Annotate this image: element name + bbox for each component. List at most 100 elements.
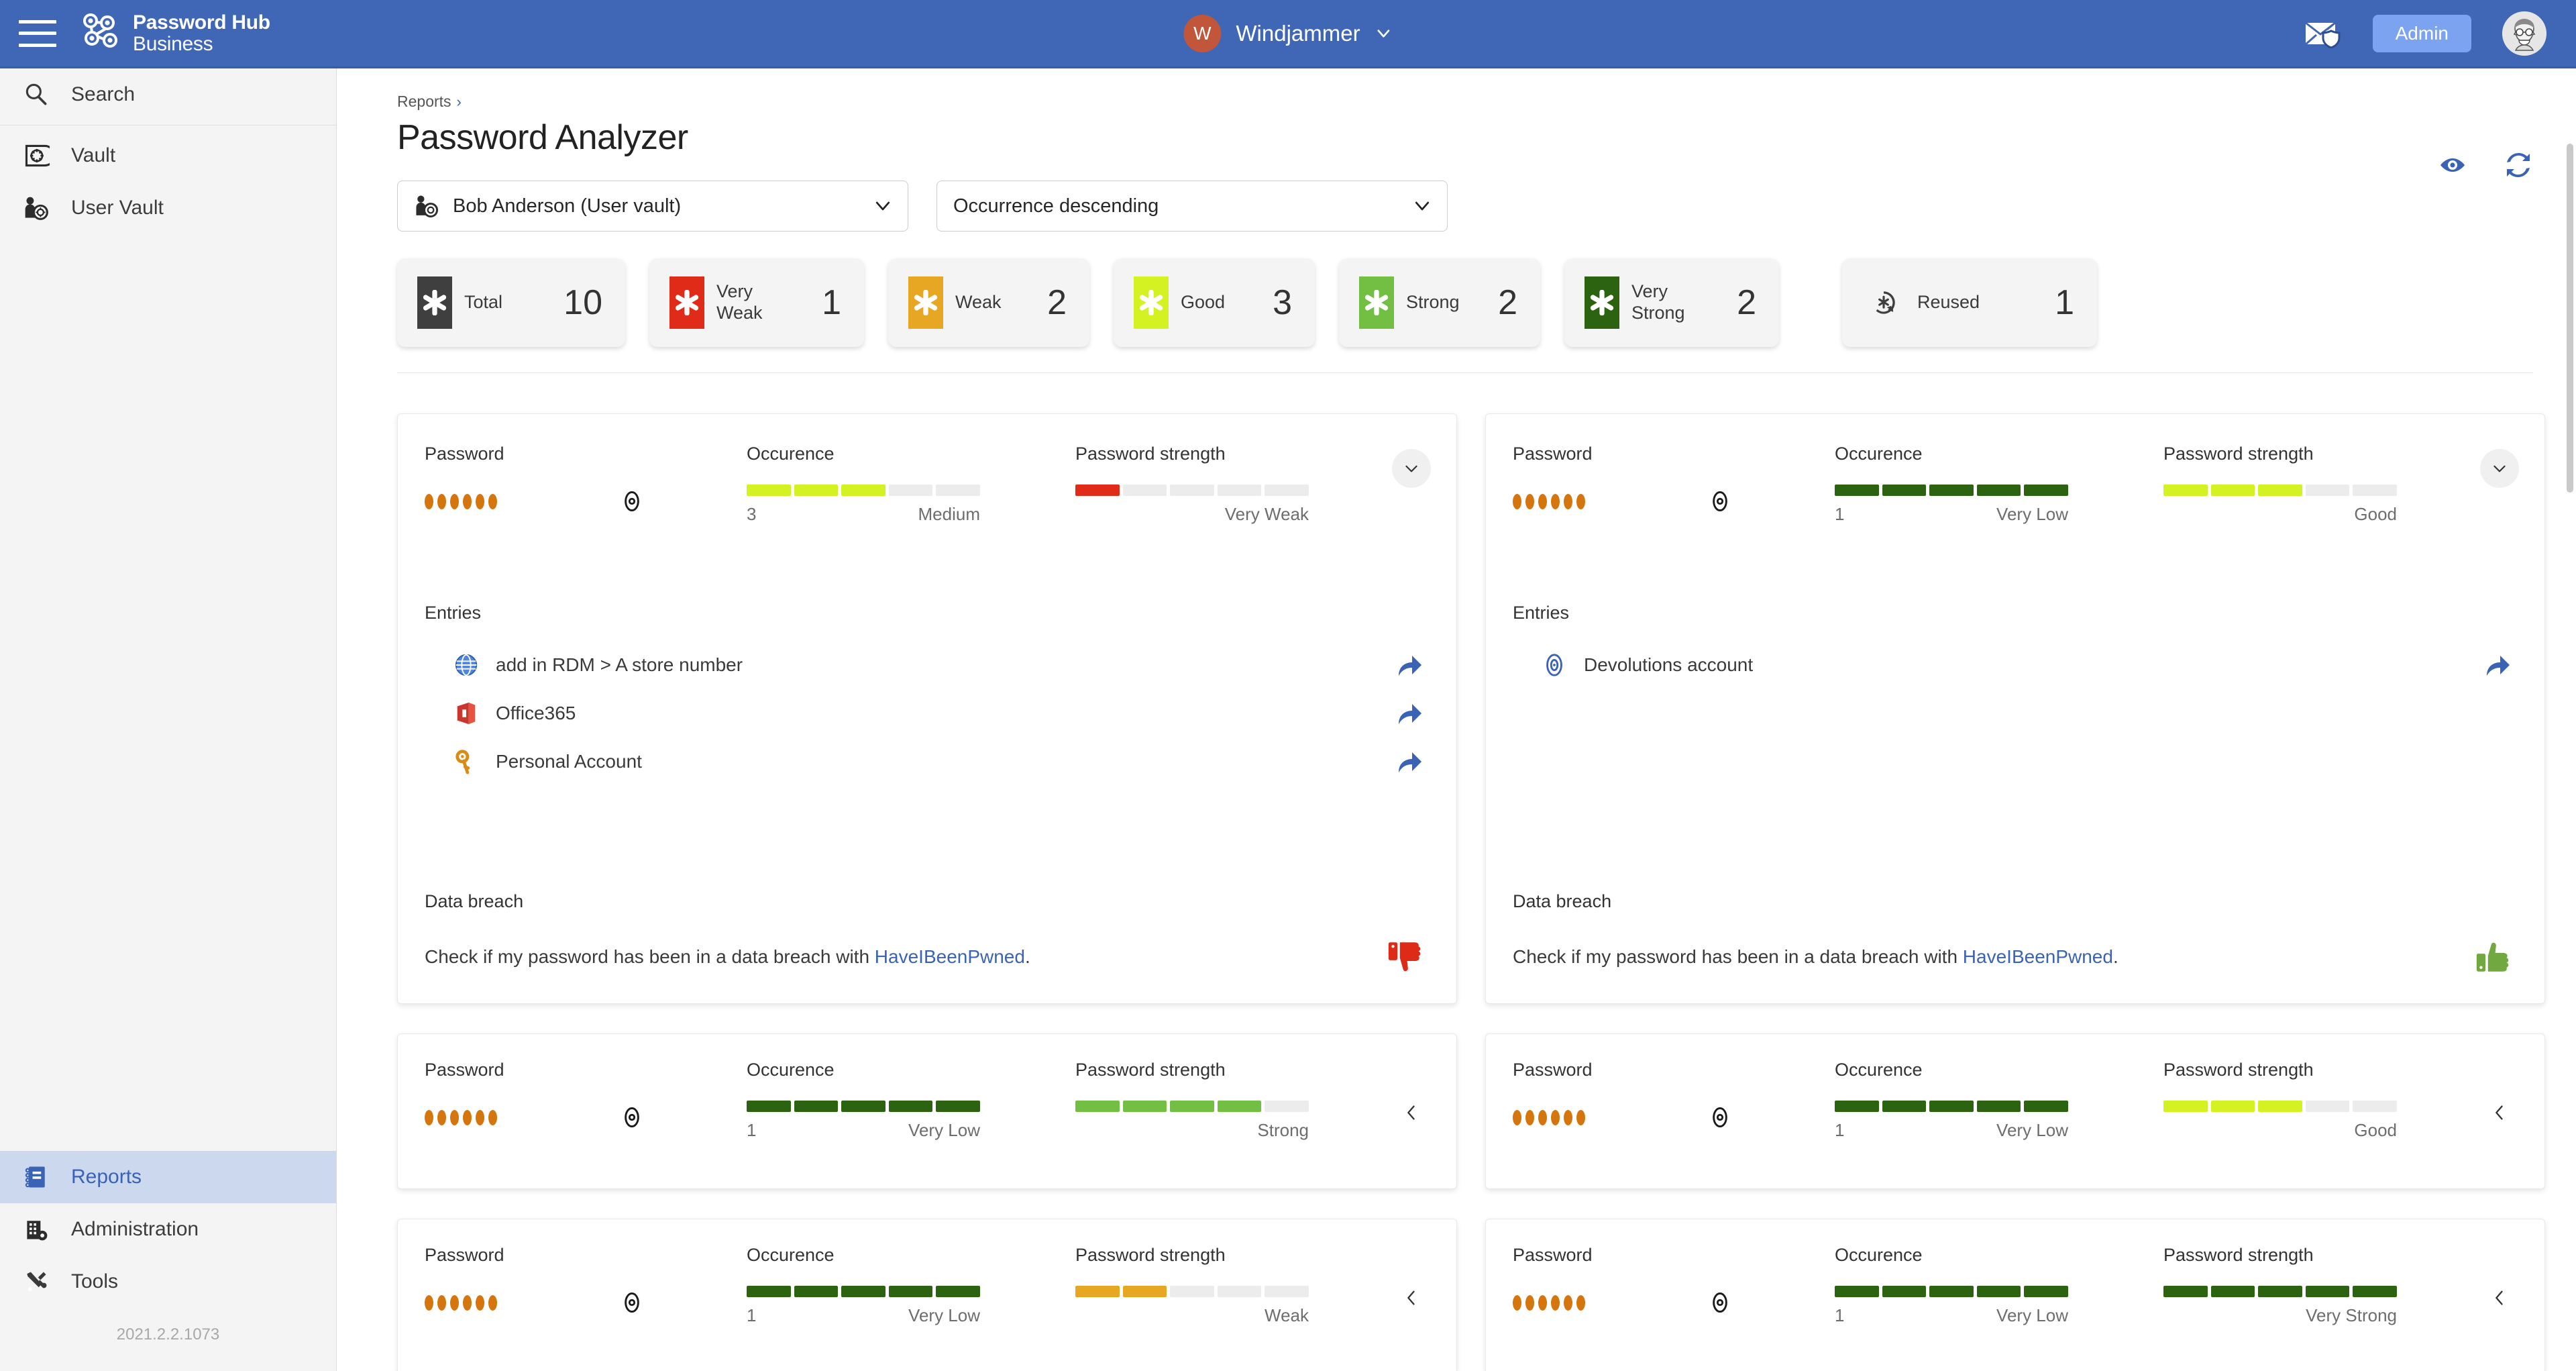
vault-select[interactable]: Bob Anderson (User vault): [397, 181, 908, 232]
reveal-password-icon[interactable]: [621, 1106, 643, 1129]
avatar[interactable]: [2502, 11, 2546, 56]
refresh-icon[interactable]: [2504, 150, 2533, 180]
reveal-password-icon[interactable]: [1709, 490, 1731, 513]
main-content: Reports › Password Analyzer Bob Anderson…: [337, 68, 2576, 1371]
breadcrumb-reports[interactable]: Reports: [397, 93, 451, 111]
entry-row[interactable]: Devolutions account: [1513, 641, 2512, 689]
sidebar-item-label: Search: [71, 83, 136, 105]
secure-mail-icon[interactable]: [2304, 19, 2342, 48]
password-dot: [1576, 493, 1585, 509]
sidebar-item-user-vault[interactable]: User Vault: [0, 182, 336, 234]
password-dot: [1525, 1294, 1534, 1311]
password-dot: [1576, 1294, 1585, 1311]
sidebar-item-label: Vault: [71, 144, 116, 166]
stat-card-strong[interactable]: Strong 2: [1339, 258, 1540, 347]
devolutions-icon: [1541, 652, 1568, 678]
occurrence-meta: 3 Medium: [747, 504, 980, 525]
strength-column: Password strength Very Weak: [1075, 444, 1424, 525]
stat-value: 10: [564, 283, 602, 322]
vertical-scrollbar[interactable]: [2567, 144, 2573, 493]
stat-card-good[interactable]: Good 3: [1114, 258, 1315, 347]
password-dot: [1551, 1109, 1560, 1125]
occurrence-column-label: Occurence: [747, 1245, 835, 1265]
stat-card-reused[interactable]: Reused 1: [1842, 258, 2097, 347]
chevron-down-icon: [1377, 29, 1390, 38]
password-card: Password Occurence 3 Medium Password str…: [397, 413, 1457, 1004]
password-column: Password: [425, 1245, 747, 1314]
stat-card-very-strong[interactable]: Very Strong 2: [1564, 258, 1779, 347]
expand-card-button[interactable]: [1397, 1099, 1426, 1127]
entry-row[interactable]: Personal Account: [425, 738, 1424, 786]
asterisk-icon-very-strong: [1585, 276, 1619, 329]
sidebar-item-tools[interactable]: Tools: [0, 1256, 336, 1308]
open-entry-icon[interactable]: [1395, 747, 1424, 776]
haveibeenpwned-link[interactable]: HaveIBeenPwned: [875, 946, 1025, 967]
sort-select-value: Occurrence descending: [953, 195, 1159, 217]
page-header-actions: [2438, 150, 2533, 180]
sidebar-item-vault[interactable]: Vault: [0, 130, 336, 182]
sidebar-item-search[interactable]: Search: [0, 68, 336, 121]
strength-column: Password strength Very Strong: [2163, 1245, 2512, 1326]
asterisk-icon-strong: [1359, 276, 1394, 329]
open-entry-icon[interactable]: [2483, 650, 2512, 680]
body-row: Search Vault User Vault Reports Administ…: [0, 68, 2576, 1371]
chevron-down-icon: [1415, 201, 1430, 211]
strength-meta: Very Strong: [2163, 1305, 2397, 1326]
password-dot: [425, 1294, 433, 1311]
occurrence-column: Occurence 1 Very Low: [1835, 444, 2163, 525]
reveal-password-icon[interactable]: [1709, 1106, 1731, 1129]
brand-title: Password Hub: [133, 11, 270, 34]
collapse-card-button[interactable]: [1392, 449, 1431, 488]
brand-subtitle: Business: [133, 32, 213, 55]
occurrence-bar-segment: [936, 485, 980, 496]
occurrence-bar-segment: [936, 1101, 980, 1112]
expand-card-button[interactable]: [2485, 1099, 2514, 1127]
reveal-password-icon[interactable]: [621, 490, 643, 513]
sort-select[interactable]: Occurrence descending: [936, 181, 1448, 232]
occurrence-bar-segment: [841, 485, 885, 496]
admin-button[interactable]: Admin: [2372, 14, 2471, 52]
stat-card-total[interactable]: Total 10: [397, 258, 625, 347]
stat-card-very-weak[interactable]: Very Weak 1: [649, 258, 864, 347]
asterisk-icon-good: [1134, 276, 1169, 329]
stat-card-weak[interactable]: Weak 2: [888, 258, 1089, 347]
show-passwords-icon[interactable]: [2438, 150, 2467, 180]
collapse-card-button[interactable]: [2480, 449, 2519, 488]
reveal-password-icon[interactable]: [621, 1291, 643, 1314]
entries-list: Devolutions account: [1513, 641, 2512, 689]
password-dot: [450, 493, 459, 509]
hamburger-icon[interactable]: [19, 19, 56, 47]
password-dot: [1576, 1109, 1585, 1125]
password-value-row: [1513, 490, 1835, 513]
occurrence-bar-segment: [1976, 1286, 2021, 1297]
occurrence-column-label: Occurence: [1835, 444, 1923, 464]
expand-card-button[interactable]: [1397, 1284, 1426, 1312]
entry-row[interactable]: Office365: [425, 689, 1424, 738]
sidebar: Search Vault User Vault Reports Administ…: [0, 68, 337, 1371]
breadcrumb[interactable]: Reports ›: [397, 93, 2533, 111]
sidebar-item-reports[interactable]: Reports: [0, 1151, 336, 1203]
sidebar-item-administration[interactable]: Administration: [0, 1203, 336, 1256]
strength-column: Password strength Good: [2163, 1060, 2512, 1141]
password-hub-logo-icon: [83, 13, 117, 48]
strength-bar-segment: [1217, 1101, 1262, 1112]
open-entry-icon[interactable]: [1395, 650, 1424, 680]
password-dot: [1513, 1294, 1521, 1311]
password-value-row: [1513, 1291, 1835, 1314]
haveibeenpwned-link[interactable]: HaveIBeenPwned: [1963, 946, 2113, 967]
reveal-password-icon[interactable]: [1709, 1291, 1731, 1314]
occurrence-level: Medium: [918, 504, 980, 524]
entry-name: add in RDM > A store number: [496, 654, 743, 675]
entry-row[interactable]: add in RDM > A store number: [425, 641, 1424, 689]
occurrence-count: 3: [747, 504, 757, 524]
open-entry-icon[interactable]: [1395, 699, 1424, 728]
expand-card-button[interactable]: [2485, 1284, 2514, 1312]
stat-label: Very Strong: [1631, 281, 1685, 323]
stat-label: Reused: [1917, 292, 1980, 313]
occurrence-count: 1: [1835, 504, 1845, 524]
password-dot: [437, 1294, 446, 1311]
password-dot: [1513, 493, 1521, 509]
organization-switcher[interactable]: W Windjammer: [1183, 14, 1392, 52]
occurrence-bar-segment: [841, 1286, 885, 1297]
password-column: Password: [425, 1060, 747, 1129]
